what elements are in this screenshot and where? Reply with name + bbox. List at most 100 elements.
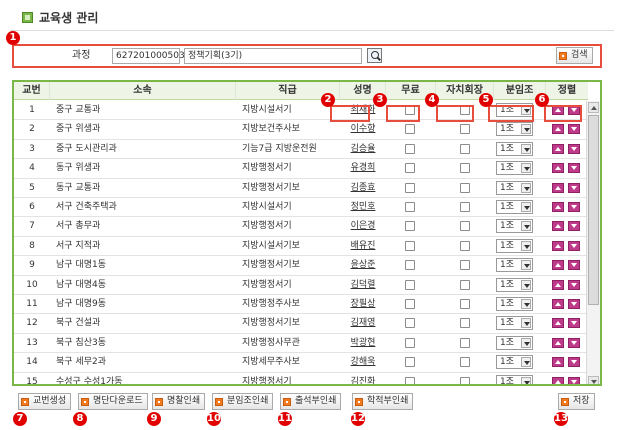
class-president-checkbox[interactable] bbox=[460, 163, 470, 174]
row-name-link[interactable]: 배유진 bbox=[340, 237, 386, 256]
move-down-icon[interactable] bbox=[568, 260, 580, 271]
move-up-icon[interactable] bbox=[552, 221, 564, 232]
row-name-link[interactable]: 김진화 bbox=[340, 373, 386, 384]
move-up-icon[interactable] bbox=[552, 124, 564, 135]
chevron-down-icon[interactable] bbox=[521, 240, 531, 251]
row-name-link[interactable]: 김덕렬 bbox=[340, 276, 386, 295]
class-president-checkbox[interactable] bbox=[460, 124, 470, 135]
free-checkbox[interactable] bbox=[405, 279, 415, 290]
chevron-down-icon[interactable] bbox=[521, 279, 531, 290]
free-checkbox[interactable] bbox=[405, 221, 415, 232]
chevron-down-icon[interactable] bbox=[521, 299, 531, 309]
course-name-field[interactable]: 정책기획(3기) bbox=[184, 48, 362, 64]
scroll-thumb[interactable] bbox=[588, 115, 599, 305]
class-president-checkbox[interactable] bbox=[460, 143, 470, 154]
chevron-down-icon[interactable] bbox=[521, 376, 531, 384]
move-up-icon[interactable] bbox=[552, 240, 564, 251]
course-code-field[interactable]: 627201000503 bbox=[112, 48, 185, 64]
name-tag-print-button[interactable]: 명찰인쇄 bbox=[152, 393, 206, 410]
move-down-icon[interactable] bbox=[568, 221, 580, 232]
move-down-icon[interactable] bbox=[568, 182, 580, 193]
free-checkbox[interactable] bbox=[405, 337, 415, 348]
group-select[interactable]: 1조 bbox=[496, 161, 533, 176]
move-down-icon[interactable] bbox=[568, 318, 580, 329]
row-name-link[interactable]: 김종효 bbox=[340, 179, 386, 198]
chevron-down-icon[interactable] bbox=[521, 202, 531, 212]
free-checkbox[interactable] bbox=[405, 260, 415, 271]
move-down-icon[interactable] bbox=[568, 143, 580, 154]
free-checkbox[interactable] bbox=[405, 163, 415, 174]
chevron-down-icon[interactable] bbox=[521, 260, 531, 271]
list-download-button[interactable]: 명단다운로드 bbox=[78, 393, 148, 410]
free-checkbox[interactable] bbox=[405, 299, 415, 309]
row-name-link[interactable]: 박광현 bbox=[340, 334, 386, 353]
group-select[interactable]: 1조 bbox=[496, 141, 533, 156]
free-checkbox[interactable] bbox=[405, 376, 415, 384]
chevron-down-icon[interactable] bbox=[521, 318, 531, 329]
attendance-print-button[interactable]: 출석부인쇄 bbox=[280, 393, 342, 410]
row-name-link[interactable]: 김승율 bbox=[340, 140, 386, 159]
class-president-checkbox[interactable] bbox=[460, 260, 470, 271]
chevron-down-icon[interactable] bbox=[521, 182, 531, 193]
move-up-icon[interactable] bbox=[552, 279, 564, 290]
move-up-icon[interactable] bbox=[552, 299, 564, 309]
row-name-link[interactable]: 유경희 bbox=[340, 159, 386, 178]
free-checkbox[interactable] bbox=[405, 240, 415, 251]
group-select[interactable]: 1조 bbox=[496, 122, 533, 137]
record-print-button[interactable]: 학적부인쇄 bbox=[352, 393, 414, 410]
class-president-checkbox[interactable] bbox=[460, 279, 470, 290]
free-checkbox[interactable] bbox=[405, 143, 415, 154]
row-name-link[interactable]: 장필상 bbox=[340, 295, 386, 314]
move-up-icon[interactable] bbox=[552, 260, 564, 271]
chevron-down-icon[interactable] bbox=[521, 163, 531, 174]
save-button[interactable]: 저장 bbox=[558, 393, 595, 410]
scroll-down-icon[interactable] bbox=[588, 376, 599, 384]
free-checkbox[interactable] bbox=[405, 202, 415, 212]
row-name-link[interactable]: 이수향 bbox=[340, 120, 386, 139]
move-down-icon[interactable] bbox=[568, 124, 580, 135]
group-select[interactable]: 1조 bbox=[496, 258, 533, 273]
class-president-checkbox[interactable] bbox=[460, 202, 470, 212]
class-president-checkbox[interactable] bbox=[460, 376, 470, 384]
course-lookup-search-icon[interactable] bbox=[367, 48, 382, 63]
group-select[interactable]: 1조 bbox=[496, 316, 533, 331]
group-select[interactable]: 1조 bbox=[496, 335, 533, 350]
group-select[interactable]: 1조 bbox=[496, 238, 533, 253]
row-name-link[interactable]: 윤상준 bbox=[340, 256, 386, 275]
class-president-checkbox[interactable] bbox=[460, 182, 470, 193]
chevron-down-icon[interactable] bbox=[521, 337, 531, 348]
class-president-checkbox[interactable] bbox=[460, 299, 470, 309]
move-up-icon[interactable] bbox=[552, 376, 564, 384]
grid-scrollbar[interactable] bbox=[586, 101, 600, 384]
row-name-link[interactable]: 정민호 bbox=[340, 198, 386, 217]
chevron-down-icon[interactable] bbox=[521, 221, 531, 232]
move-down-icon[interactable] bbox=[568, 240, 580, 251]
row-name-link[interactable]: 이은경 bbox=[340, 217, 386, 236]
free-checkbox[interactable] bbox=[405, 318, 415, 329]
class-president-checkbox[interactable] bbox=[460, 318, 470, 329]
move-up-icon[interactable] bbox=[552, 202, 564, 212]
class-president-checkbox[interactable] bbox=[460, 221, 470, 232]
class-president-checkbox[interactable] bbox=[460, 240, 470, 251]
move-down-icon[interactable] bbox=[568, 163, 580, 174]
group-select[interactable]: 1조 bbox=[496, 297, 533, 311]
group-select[interactable]: 1조 bbox=[496, 219, 533, 234]
free-checkbox[interactable] bbox=[405, 357, 415, 368]
move-down-icon[interactable] bbox=[568, 376, 580, 384]
chevron-down-icon[interactable] bbox=[521, 124, 531, 135]
row-name-link[interactable]: 강해욱 bbox=[340, 353, 386, 372]
free-checkbox[interactable] bbox=[405, 124, 415, 135]
move-up-icon[interactable] bbox=[552, 318, 564, 329]
chevron-down-icon[interactable] bbox=[521, 357, 531, 368]
group-print-button[interactable]: 분임조인쇄 bbox=[212, 393, 274, 410]
group-select[interactable]: 1조 bbox=[496, 355, 533, 370]
move-up-icon[interactable] bbox=[552, 337, 564, 348]
group-select[interactable]: 1조 bbox=[496, 374, 533, 384]
group-select[interactable]: 1조 bbox=[496, 200, 533, 214]
class-president-checkbox[interactable] bbox=[460, 357, 470, 368]
free-checkbox[interactable] bbox=[405, 182, 415, 193]
move-down-icon[interactable] bbox=[568, 279, 580, 290]
move-up-icon[interactable] bbox=[552, 182, 564, 193]
serial-number-button[interactable]: 교번생성 bbox=[18, 393, 72, 410]
chevron-down-icon[interactable] bbox=[521, 143, 531, 154]
